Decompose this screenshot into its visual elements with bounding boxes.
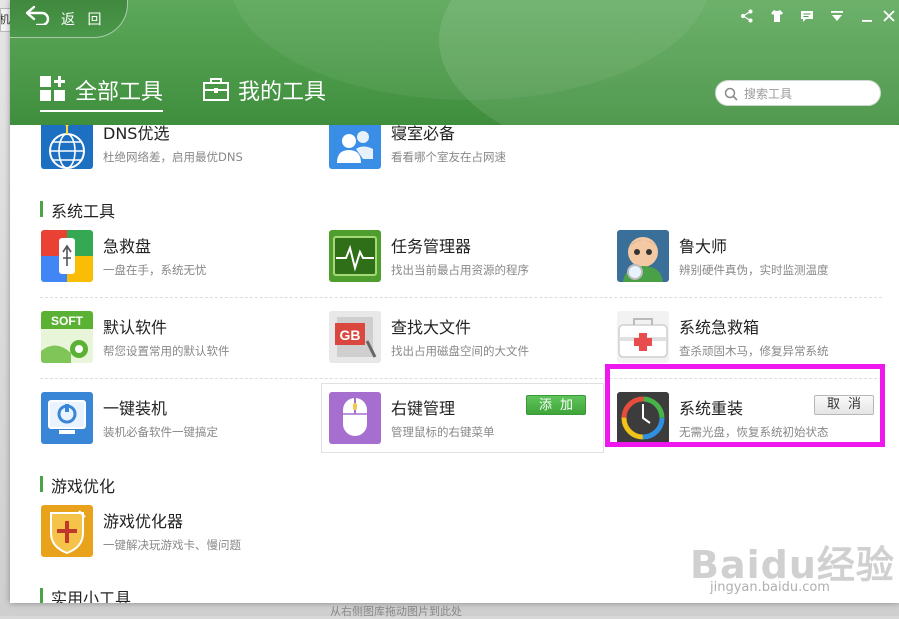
search-box[interactable] <box>715 80 881 106</box>
tool-name: 寝室必备 <box>391 125 456 143</box>
tool-one-click-install[interactable]: 一键装机 装机必备软件一键搞定 <box>41 392 311 460</box>
tool-desc: 找出占用磁盘空间的大文件 <box>391 344 529 358</box>
ludashi-icon <box>617 230 669 282</box>
roommates-icon <box>329 125 381 169</box>
large-file-icon: GB <box>329 311 381 363</box>
tool-desc: 一盘在手，系统无忧 <box>103 263 207 277</box>
tool-desc: 看看哪个室友在占网速 <box>391 150 506 164</box>
tool-name: DNS优选 <box>103 125 170 143</box>
tool-game-booster[interactable]: 游戏优化器 一键解决玩游戏卡、慢问题 <box>41 505 311 573</box>
back-arrow-icon <box>25 5 50 25</box>
tool-find-large-files[interactable]: GB 查找大文件 找出占用磁盘空间的大文件 <box>329 311 599 379</box>
message-icon[interactable] <box>797 6 817 26</box>
tool-desc: 杜绝网络差，启用最优DNS <box>103 150 243 164</box>
tool-task-manager[interactable]: 任务管理器 找出当前最占用资源的程序 <box>329 230 599 298</box>
tool-desc: 一键解决玩游戏卡、慢问题 <box>103 538 241 552</box>
tool-name: 任务管理器 <box>391 237 472 256</box>
close-icon[interactable] <box>879 6 899 26</box>
row-divider <box>40 297 882 298</box>
tool-desc: 帮您设置常用的默认软件 <box>103 344 230 358</box>
tab-my-tools[interactable]: 我的工具 <box>203 72 343 108</box>
globe-network-icon <box>41 125 93 169</box>
tool-name: 默认软件 <box>103 318 168 337</box>
task-monitor-icon <box>329 230 381 282</box>
search-icon <box>724 87 738 101</box>
gb-badge-text: GB <box>340 327 361 343</box>
section-title: 实用小工具 <box>51 589 132 603</box>
tool-desc: 装机必备软件一键搞定 <box>103 425 218 439</box>
tool-name: 急救盘 <box>103 237 152 256</box>
tool-rescue-disk[interactable]: 急救盘 一盘在手，系统无忧 <box>41 230 311 298</box>
tool-desc: 管理鼠标的右键菜单 <box>391 425 495 439</box>
shirt-icon[interactable] <box>767 6 787 26</box>
header: 返 回 全部工具 我的工具 搜索工具 <box>10 0 899 125</box>
soft-badge-text: SOFT <box>51 314 84 328</box>
grid-plus-icon <box>40 76 65 101</box>
share-icon[interactable] <box>737 6 757 26</box>
toolbox-window: 返 回 全部工具 我的工具 搜索工具 DNS优选 杜绝网络差，启用最优DNS 寝… <box>10 0 899 603</box>
window-controls <box>729 6 899 26</box>
tool-name: 右键管理 <box>391 399 456 418</box>
dropdown-icon[interactable] <box>827 6 847 26</box>
tool-desc: 找出当前最占用资源的程序 <box>391 263 529 277</box>
tool-desc: 辨别硬件真伪，实时监测温度 <box>679 263 829 277</box>
minimize-icon[interactable] <box>857 6 877 26</box>
highlight-annotation <box>605 364 885 447</box>
tool-ludashi[interactable]: 鲁大师 辨别硬件真伪，实时监测温度 <box>617 230 887 298</box>
default-software-icon: SOFT <box>41 311 93 363</box>
tool-name: 查找大文件 <box>391 318 472 337</box>
section-title: 游戏优化 <box>51 477 116 496</box>
tool-name: 一键装机 <box>103 399 168 418</box>
tool-default-software[interactable]: SOFT 默认软件 帮您设置常用的默认软件 <box>41 311 311 379</box>
toolbox-icon <box>203 78 229 101</box>
tool-name: 系统急救箱 <box>679 318 760 337</box>
first-aid-kit-icon <box>617 311 669 363</box>
baidu-watermark: Baidu经验 jingyan.baidu.com <box>690 520 894 600</box>
background-hint: 从右侧图库拖动图片到此处 <box>330 605 462 618</box>
tool-dns[interactable]: DNS优选 杜绝网络差，启用最优DNS <box>41 125 311 185</box>
tab-label: 全部工具 <box>75 80 164 105</box>
tool-name: 鲁大师 <box>679 237 728 256</box>
watermark-url: jingyan.baidu.com <box>710 580 830 595</box>
tool-dorm[interactable]: 寝室必备 看看哪个室友在占网速 <box>329 125 599 185</box>
one-click-install-icon <box>41 392 93 444</box>
tab-label: 我的工具 <box>238 80 327 105</box>
add-button[interactable]: 添加 <box>526 395 586 415</box>
back-label: 返 回 <box>61 12 106 28</box>
tool-name: 游戏优化器 <box>103 512 184 531</box>
tab-all-tools[interactable]: 全部工具 <box>40 72 180 112</box>
tool-desc: 查杀顽固木马，修复异常系统 <box>679 344 829 358</box>
mouse-right-click-icon <box>329 392 381 444</box>
section-title: 系统工具 <box>51 202 116 221</box>
back-button[interactable]: 返 回 <box>10 0 128 38</box>
search-input[interactable] <box>742 84 876 104</box>
game-booster-icon <box>41 505 93 557</box>
usb-rescue-icon <box>41 230 93 282</box>
active-tab-indicator <box>40 110 163 112</box>
